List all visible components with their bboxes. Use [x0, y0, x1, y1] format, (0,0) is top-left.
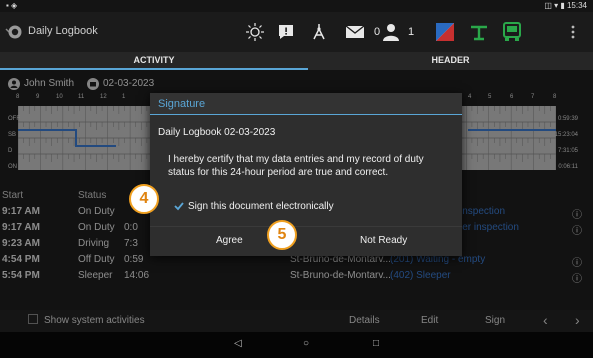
tablet-screen: ▪ ◈ ◫ ▾ ▮ 15:34 Daily Logbook 0 1 ACTIVI… [0, 0, 593, 358]
sign-electronically-checkbox[interactable] [174, 201, 184, 211]
row-duration: 7:3 [124, 238, 138, 249]
not-ready-button[interactable]: Not Ready [360, 235, 407, 246]
info-icon[interactable]: ⓘ [572, 270, 582, 285]
hour-label: 9 [36, 94, 40, 100]
status-bar: ▪ ◈ ◫ ▾ ▮ 15:34 [0, 0, 593, 12]
row-duration: 14:06 [124, 270, 150, 281]
status-time: 15:34 [566, 1, 587, 10]
hour-label: 5 [488, 94, 492, 100]
app-bar: Daily Logbook 0 1 [0, 12, 593, 52]
prev-icon[interactable]: ‹ [543, 312, 548, 328]
info-icon[interactable]: ⓘ [572, 206, 582, 221]
trailer-icon[interactable] [469, 21, 489, 43]
column-start: Start [2, 190, 24, 201]
inspection-icon[interactable] [310, 21, 328, 43]
users-indicator[interactable]: 1 [383, 21, 414, 43]
hour-label: 6 [510, 94, 514, 100]
messages-count: 0 [374, 26, 381, 38]
logbook-icon[interactable] [4, 22, 24, 42]
row-start: 9:17 AM [2, 222, 40, 233]
divider [150, 226, 462, 227]
row-label-d: D [8, 148, 13, 154]
row-note: ler inspection [460, 222, 519, 233]
hour-label: 4 [468, 94, 472, 100]
details-button[interactable]: Details [349, 315, 380, 326]
mail-icon [345, 25, 365, 38]
log-date: 02-03-2023 [103, 78, 155, 89]
row-start: 4:54 PM [2, 254, 40, 265]
hour-label: 8 [16, 94, 20, 100]
certification-text: I hereby certify that my data entries an… [168, 154, 424, 178]
dialog-title: Signature [150, 93, 462, 115]
page-title: Daily Logbook [28, 25, 98, 37]
hour-label: 11 [78, 94, 85, 100]
callout-badge-5: 5 [267, 220, 297, 250]
row-status: Off Duty [78, 254, 115, 265]
checkbox-icon[interactable] [28, 314, 38, 327]
total-on: 0:06:11 [558, 164, 578, 170]
status-right-icons: ◫ ▾ ▮ [544, 1, 565, 10]
callout-badge-4: 4 [129, 184, 159, 214]
sign-electronically-label[interactable]: Sign this document electronically [188, 201, 334, 212]
total-sb: 15:23:04 [554, 132, 578, 138]
signature-dialog: Signature Daily Logbook 02-03-2023 I her… [150, 93, 462, 256]
sign-button[interactable]: Sign [485, 315, 505, 326]
row-status: On Duty [78, 222, 115, 233]
status-left-icons: ▪ ◈ [6, 1, 18, 10]
info-icon[interactable]: ⓘ [572, 222, 582, 237]
row-status: Driving [78, 238, 110, 249]
row-start: 9:23 AM [2, 238, 40, 249]
alert-icon[interactable] [277, 21, 295, 43]
row-duration: 0:59 [124, 254, 144, 265]
driver-avatar-icon [8, 78, 20, 93]
hour-label: 10 [56, 94, 63, 100]
status-right: ◫ ▾ ▮ 15:34 [544, 1, 587, 10]
flag-icon[interactable] [436, 21, 454, 43]
info-icon[interactable]: ⓘ [572, 254, 582, 269]
bottom-action-bar: Show system activities Details Edit Sign… [0, 310, 593, 332]
hour-label: 8 [553, 94, 557, 100]
next-icon[interactable]: › [575, 312, 580, 328]
total-off: 0:59:39 [557, 116, 578, 122]
row-location: St-Bruno-de-Montarv... [290, 270, 391, 281]
row-note: (402) Sleeper [390, 270, 451, 281]
row-start: 5:54 PM [2, 270, 40, 281]
driver-name: John Smith [24, 78, 75, 89]
system-nav-bar: ◁ ○ □ [0, 332, 593, 358]
column-status: Status [78, 190, 107, 201]
table-row[interactable]: 4:54 PM Off Duty 0:59 St-Bruno-de-Montar… [0, 254, 593, 269]
more-icon[interactable] [570, 21, 576, 43]
calendar-icon [87, 78, 99, 93]
row-label-off: OFF [8, 116, 20, 122]
table-row[interactable]: 5:54 PM Sleeper 14:06 St-Bruno-de-Montar… [0, 270, 593, 285]
truck-icon[interactable] [503, 21, 521, 43]
hour-label: 7 [531, 94, 535, 100]
nav-recents-icon[interactable]: □ [373, 338, 379, 349]
user-icon [383, 24, 399, 41]
total-d: 7:31:05 [557, 148, 578, 154]
nav-home-icon[interactable]: ○ [303, 338, 309, 349]
row-status: On Duty [78, 206, 115, 217]
show-system-activities[interactable]: Show system activities [44, 315, 145, 326]
hour-label: 12 [100, 94, 107, 100]
agree-button[interactable]: Agree [216, 235, 243, 246]
dialog-subtitle: Daily Logbook 02-03-2023 [158, 127, 276, 138]
tab-activity[interactable]: ACTIVITY [0, 52, 308, 70]
users-count: 1 [408, 26, 415, 38]
nav-back-icon[interactable]: ◁ [234, 338, 242, 349]
tab-bar: ACTIVITY HEADER [0, 52, 593, 70]
row-label-sb: SB [8, 132, 17, 138]
row-note: inspection [460, 206, 506, 217]
messages-indicator[interactable]: 0 [345, 21, 380, 43]
row-duration: 0:0 [124, 222, 138, 233]
edit-button[interactable]: Edit [421, 315, 438, 326]
hour-label: 1 [122, 94, 126, 100]
row-start: 9:17 AM [2, 206, 40, 217]
tab-header[interactable]: HEADER [308, 52, 593, 70]
row-status: Sleeper [78, 270, 113, 281]
row-label-on: ON [8, 164, 17, 170]
sun-icon[interactable] [245, 21, 265, 43]
